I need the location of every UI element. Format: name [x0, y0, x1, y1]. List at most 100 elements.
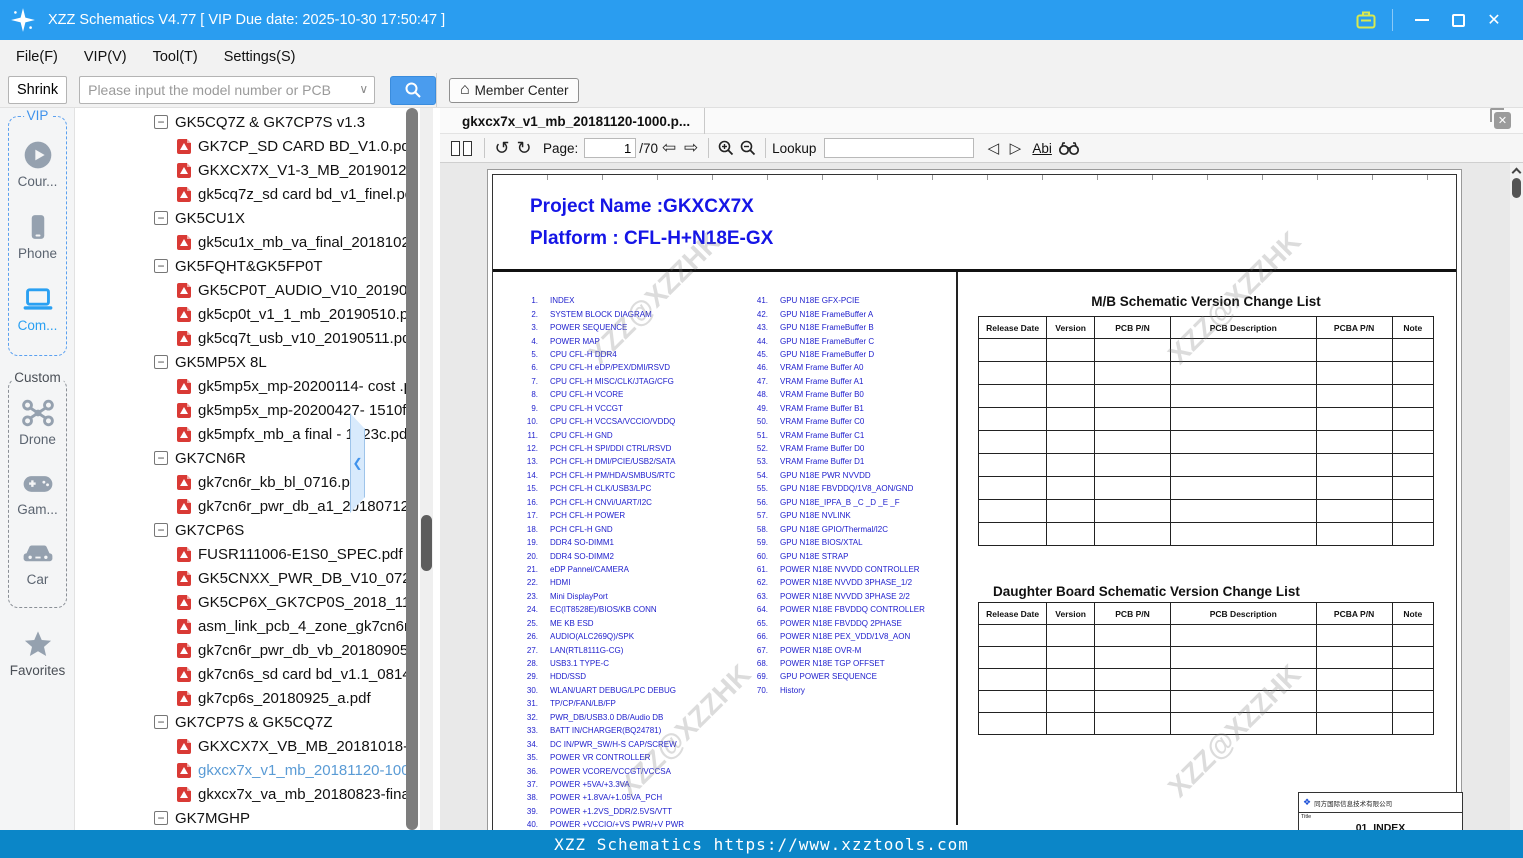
- match-case-toggle[interactable]: Abi: [1032, 141, 1052, 156]
- tree-group-row[interactable]: − GK7CP7S & GK5CQ7Z: [154, 710, 406, 734]
- tree-file-row[interactable]: gk5cp0t_v1_1_mb_20190510.pdf: [154, 302, 406, 326]
- vip-group-label: VIP: [23, 108, 52, 123]
- tree-file-row[interactable]: gk7cp6s_20180925_a.pdf: [154, 686, 406, 710]
- tree-file-row[interactable]: FUSR111006-E1S0_SPEC.pdf: [154, 542, 406, 566]
- tree-item-label: gk7cn6s_sd card bd_v1.1_0814.p: [198, 665, 406, 683]
- close-document-icon[interactable]: ✕: [1490, 108, 1511, 129]
- index-row: 55. GPU N18E FBVDDQ/1V8_AON/GND: [756, 484, 914, 494]
- table-header: Note: [1391, 316, 1435, 339]
- rotate-left-icon[interactable]: ↺: [491, 136, 513, 160]
- sidebar-item-game[interactable]: Gam...: [9, 469, 66, 517]
- next-page-icon[interactable]: ⇨: [680, 136, 702, 160]
- tree-scrollbar[interactable]: [406, 108, 418, 830]
- tree-file-row[interactable]: gkxcx7x_v1_mb_20181120-1000: [154, 758, 406, 782]
- collapse-icon[interactable]: −: [154, 523, 168, 537]
- tree-group-row[interactable]: − GK5FQHT&GK5FP0T: [154, 254, 406, 278]
- tree-file-row[interactable]: gk5cq7z_sd card bd_v1_finel.pd: [154, 182, 406, 206]
- index-row: 41. GPU N18E GFX-PCIE: [756, 296, 860, 306]
- sidebar-item-computer[interactable]: Com...: [9, 283, 66, 333]
- maximize-button[interactable]: [1443, 7, 1473, 33]
- previous-page-icon[interactable]: ⇦: [658, 136, 680, 160]
- tree-item-label: gk5mp5x_mp-20200427- 1510fi: [198, 401, 406, 419]
- collapse-icon[interactable]: −: [154, 811, 168, 825]
- pdf-viewport[interactable]: Project Name :GKXCX7X Platform : CFL-H+N…: [440, 163, 1510, 830]
- briefcase-icon[interactable]: [1354, 8, 1378, 32]
- index-row: 16. PCH CFL-H CNVi/UART/I2C: [526, 497, 652, 507]
- tree-item-label: GK5CP0T_AUDIO_V10_20190514: [198, 281, 406, 299]
- tree-file-row[interactable]: GK5CP0T_AUDIO_V10_20190514: [154, 278, 406, 302]
- tree-file-row[interactable]: gk7cn6r_kb_bl_0716.pdf: [154, 470, 406, 494]
- shrink-button[interactable]: Shrink: [8, 76, 68, 104]
- menu-file[interactable]: File(F): [16, 49, 58, 65]
- index-row: 37. POWER +5VA/+3.3VA: [526, 779, 630, 789]
- tree-group-row[interactable]: − GK5CU1X: [154, 206, 406, 230]
- tree-file-row[interactable]: gk7cn6r_pwr_db_vb_201809051: [154, 638, 406, 662]
- tree-file-row[interactable]: GK7CP_SD CARD BD_V1.0.pdf: [154, 134, 406, 158]
- pdf-icon: [177, 330, 191, 346]
- sidebar-item-drone[interactable]: Drone: [9, 397, 66, 447]
- tree-file-row[interactable]: gk5mpfx_mb_a final - 1023c.pdf: [154, 422, 406, 446]
- panel-scrollbar[interactable]: [420, 108, 433, 830]
- collapse-icon[interactable]: −: [154, 259, 168, 273]
- tree-file-row[interactable]: gk5mp5x_mp-20200114- cost .p: [154, 374, 406, 398]
- tree-item-label: gk7cp6s_20180925_a.pdf: [198, 689, 371, 707]
- next-result-icon[interactable]: ▷: [1004, 136, 1026, 160]
- tree-file-row[interactable]: gk7cn6s_sd card bd_v1.1_0814.p: [154, 662, 406, 686]
- sidebar-item-car[interactable]: Car: [9, 539, 66, 587]
- search-button[interactable]: [390, 75, 436, 105]
- tree-item-label: GK7CP6S: [175, 521, 245, 539]
- two-page-view-icon[interactable]: [450, 136, 472, 160]
- page-number-input[interactable]: [584, 138, 637, 158]
- tree-group-row[interactable]: − GK7CN6R: [154, 446, 406, 470]
- search-toolbar: Shrink ∨ ⌂ Member Center: [0, 73, 1523, 108]
- panel-scrollbar-thumb[interactable]: [421, 515, 432, 571]
- tree-file-row[interactable]: gk7cn6r_pwr_db_a1_20180712.p: [154, 494, 406, 518]
- document-tab[interactable]: gkxcx7x_v1_mb_20181120-1000.p...: [448, 108, 706, 134]
- lookup-input[interactable]: [824, 138, 975, 158]
- tree-file-row[interactable]: gk5mp5x_mp-20200427- 1510fi: [154, 398, 406, 422]
- scroll-up-icon[interactable]: [1511, 167, 1522, 178]
- menu-tool[interactable]: Tool(T): [153, 49, 198, 65]
- laptop-icon: [23, 288, 52, 310]
- tree-file-row[interactable]: gkxcx7x_va_mb_20180823-final.: [154, 782, 406, 806]
- sidebar-item-favorites[interactable]: Favorites: [0, 628, 75, 678]
- collapse-icon[interactable]: −: [154, 211, 168, 225]
- zoom-in-icon[interactable]: [715, 136, 737, 160]
- rotate-right-icon[interactable]: ↻: [513, 136, 535, 160]
- sidebar-item-phone[interactable]: Phone: [9, 211, 66, 261]
- table-header: PCB P/N: [1094, 316, 1171, 339]
- tree-group-row[interactable]: − GK7CP6S: [154, 518, 406, 542]
- tree-group-row[interactable]: − GK5MP5X 8L: [154, 350, 406, 374]
- tree-file-row[interactable]: gk5cq7t_usb_v10_20190511.pdf: [154, 326, 406, 350]
- collapse-icon[interactable]: −: [154, 451, 168, 465]
- close-button[interactable]: ✕: [1479, 7, 1509, 33]
- tree-file-row[interactable]: GK5CNXX_PWR_DB_V10_0723_1: [154, 566, 406, 590]
- tree-file-row[interactable]: GKXCX7X_VB_MB_20181018-230: [154, 734, 406, 758]
- tree-file-row[interactable]: gk5cu1x_mb_va_final_20181026: [154, 230, 406, 254]
- collapse-icon[interactable]: −: [154, 355, 168, 369]
- pdf-icon: [177, 666, 191, 682]
- model-search-input[interactable]: [79, 76, 376, 104]
- tree-file-row[interactable]: GK5CP6X_GK7CP0S_2018_1121.p: [154, 590, 406, 614]
- viewport-scrollbar-thumb[interactable]: [1512, 178, 1521, 198]
- menu-vip[interactable]: VIP(V): [84, 49, 127, 65]
- panel-collapse-handle[interactable]: ❮: [350, 413, 365, 513]
- chevron-down-icon[interactable]: ∨: [359, 82, 368, 96]
- collapse-icon[interactable]: −: [154, 115, 168, 129]
- index-row: 48. VRAM Frame Buffer B0: [756, 390, 864, 400]
- sidebar-item-course[interactable]: Cour...: [9, 139, 66, 189]
- previous-result-icon[interactable]: ◁: [982, 136, 1004, 160]
- tree-file-row[interactable]: GKXCX7X_V1-3_MB_20190121-F: [154, 158, 406, 182]
- index-row: 42. GPU N18E FrameBuffer A: [756, 309, 874, 319]
- tree-group-row[interactable]: − GK5CQ7Z & GK7CP7S v1.3: [154, 110, 406, 134]
- member-center-button[interactable]: ⌂ Member Center: [449, 77, 580, 103]
- zoom-out-icon[interactable]: [737, 136, 759, 160]
- tree-item-label: gk7cn6r_kb_bl_0716.pdf: [198, 473, 363, 491]
- tree-group-row[interactable]: − GK7MGHP: [154, 806, 406, 830]
- collapse-icon[interactable]: −: [154, 715, 168, 729]
- binoculars-icon[interactable]: [1058, 136, 1080, 160]
- viewport-scrollbar[interactable]: [1510, 163, 1523, 830]
- minimize-button[interactable]: [1407, 7, 1437, 33]
- tree-file-row[interactable]: asm_link_pcb_4_zone_gk7cn6r_2: [154, 614, 406, 638]
- menu-settings[interactable]: Settings(S): [224, 49, 296, 65]
